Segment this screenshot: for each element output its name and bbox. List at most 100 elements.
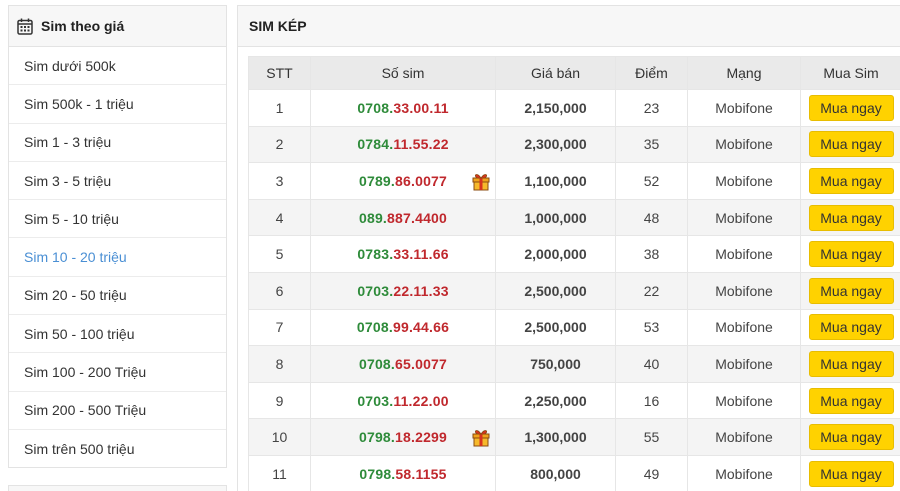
column-header-network: Mạng <box>687 56 801 90</box>
row-score: 53 <box>615 308 688 347</box>
row-score: 38 <box>615 235 688 273</box>
table-row: 1 0708.33.00.11 2,150,000 23 Mobifone Mua nga… <box>248 89 900 127</box>
panel-title: SIM KÉP <box>249 18 307 34</box>
buy-now-button[interactable]: Mua ngay <box>808 460 894 487</box>
sim-number-suffix: 22.11.33 <box>393 282 449 299</box>
row-stt: 4 <box>248 198 311 237</box>
sidebar-item-price-range[interactable]: Sim 500k - 1 triệu <box>9 85 226 124</box>
row-buy-cell: Mua ngay <box>800 271 900 310</box>
sim-list-panel: SIM KÉP STT Số sim Giá bán Điểm Mạng Mua… <box>237 5 900 491</box>
panel-header: SIM KÉP <box>238 6 900 47</box>
calendar-icon <box>17 18 33 35</box>
sim-number-prefix: 0784. <box>357 136 394 153</box>
row-stt: 9 <box>248 381 311 420</box>
sim-number-suffix: 58.1155 <box>395 465 447 482</box>
sidebar-header: Sim theo giá <box>9 6 226 47</box>
row-stt: 10 <box>248 418 311 456</box>
sim-number-suffix: 86.0077 <box>395 172 448 189</box>
row-sim-number[interactable]: 0708.65.0077 <box>310 345 496 383</box>
row-network: Mobifone <box>687 125 801 164</box>
sim-number-suffix: 11.22.00 <box>393 392 449 409</box>
sidebar-item-price-range[interactable]: Sim 10 - 20 triệu <box>9 238 226 277</box>
row-network: Mobifone <box>687 162 801 200</box>
row-stt: 7 <box>248 308 311 347</box>
row-sim-number[interactable]: 0708.99.44.66 <box>310 308 496 347</box>
sidebar-item-price-range[interactable]: Sim 3 - 5 triệu <box>9 162 226 201</box>
buy-now-button[interactable]: Mua ngay <box>808 314 894 341</box>
column-header-sim-number: Số sim <box>310 56 496 90</box>
sidebar-list: Sim dưới 500k Sim 500k - 1 triệu Sim 1 - 3… <box>9 47 226 468</box>
row-buy-cell: Mua ngay <box>800 162 900 200</box>
row-score: 23 <box>615 89 688 127</box>
row-price: 750,000 <box>495 345 616 383</box>
row-price: 2,500,000 <box>495 308 616 347</box>
sidebar-item-price-range[interactable]: Sim 100 - 200 Triệu <box>9 353 226 392</box>
sim-number-prefix: 089. <box>358 209 388 226</box>
sim-number-suffix: 18.2299 <box>395 429 448 446</box>
row-buy-cell: Mua ngay <box>800 198 900 237</box>
buy-now-button[interactable]: Mua ngay <box>808 424 894 451</box>
row-sim-number[interactable]: 0703.22.11.33 <box>310 271 496 310</box>
buy-now-button[interactable]: Mua ngay <box>808 387 894 414</box>
buy-now-button[interactable]: Mua ngay <box>808 241 894 268</box>
buy-now-button[interactable]: Mua ngay <box>808 167 894 194</box>
sidebar-item-price-range[interactable]: Sim 200 - 500 Triệu <box>9 392 226 430</box>
sim-number-prefix: 0708. <box>356 319 393 336</box>
sidebar-item-price-range[interactable]: Sim 20 - 50 triệu <box>9 277 226 316</box>
buy-now-button[interactable]: Mua ngay <box>808 94 894 121</box>
buy-now-button[interactable]: Mua ngay <box>808 350 894 377</box>
table-row: 11 0798.58.1155 800,000 49 Mobifone Mua ngay <box>248 454 900 491</box>
sim-number-prefix: 0708. <box>358 355 396 372</box>
row-sim-number[interactable]: 0789.86.0077 <box>310 162 496 200</box>
sim-number-prefix: 0798. <box>358 429 396 446</box>
sidebar-item-price-range[interactable]: Sim 50 - 100 triệu <box>9 315 226 354</box>
row-price: 2,300,000 <box>495 125 616 164</box>
row-price: 1,000,000 <box>495 198 616 237</box>
row-price: 2,150,000 <box>495 89 616 127</box>
row-network: Mobifone <box>687 89 801 127</box>
row-price: 1,300,000 <box>495 418 616 456</box>
row-price: 2,000,000 <box>495 235 616 273</box>
row-score: 48 <box>615 198 688 237</box>
sidebar-item-price-range[interactable]: Sim dưới 500k <box>9 47 226 86</box>
table-row: 9 0703.11.22.00 2,250,000 16 Mobifone Mua nga… <box>248 381 900 420</box>
table-row: 10 0798.18.2299 1,300,000 55 Mobifone Mua nga… <box>248 418 900 456</box>
gift-icon <box>472 174 490 191</box>
row-stt: 3 <box>248 162 311 200</box>
row-sim-number[interactable]: 0784.11.55.22 <box>310 125 496 164</box>
sim-number-suffix: 33.00.11 <box>393 99 449 116</box>
table-row: 6 0703.22.11.33 2,500,000 22 Mobifone Mua nga… <box>248 271 900 310</box>
row-sim-number[interactable]: 089.887.4400 <box>310 198 496 237</box>
row-stt: 1 <box>248 89 311 127</box>
sidebar-item-price-range[interactable]: Sim 1 - 3 triệu <box>9 124 226 162</box>
sim-number-suffix: 887.4400 <box>387 209 448 226</box>
table-row: 2 0784.11.55.22 2,300,000 35 Mobifone Mua nga… <box>248 125 900 164</box>
sim-number-prefix: 0798. <box>359 465 396 482</box>
row-buy-cell: Mua ngay <box>800 345 900 383</box>
row-sim-number[interactable]: 0798.58.1155 <box>310 454 496 491</box>
row-sim-number[interactable]: 0708.33.00.11 <box>310 89 496 127</box>
sim-number-suffix: 33.11.66 <box>393 246 449 263</box>
price-filter-sidebar: Sim theo giá Sim dưới 500k Sim 500k - 1 t… <box>8 5 227 468</box>
buy-now-button[interactable]: Mua ngay <box>808 131 894 158</box>
row-buy-cell: Mua ngay <box>800 235 900 273</box>
buy-now-button[interactable]: Mua ngay <box>808 204 894 231</box>
row-score: 49 <box>615 454 688 491</box>
sim-number-suffix: 99.44.66 <box>392 319 450 336</box>
row-network: Mobifone <box>687 381 801 420</box>
table-row: 5 0783.33.11.66 2,000,000 38 Mobifone Mua nga… <box>248 235 900 273</box>
table-row: 3 0789.86.0077 1,100,000 52 Mobifone Mua ngay <box>248 162 900 200</box>
row-sim-number[interactable]: 0783.33.11.66 <box>310 235 496 273</box>
row-buy-cell: Mua ngay <box>800 381 900 420</box>
buy-now-button[interactable]: Mua ngay <box>808 277 894 304</box>
column-header-price: Giá bán <box>495 56 616 90</box>
sim-number-prefix: 0703. <box>357 282 394 299</box>
row-price: 800,000 <box>495 454 616 491</box>
row-price: 2,500,000 <box>495 271 616 310</box>
sidebar-item-price-range[interactable]: Sim 5 - 10 triệu <box>9 200 226 239</box>
row-sim-number[interactable]: 0798.18.2299 <box>310 418 496 456</box>
row-sim-number[interactable]: 0703.11.22.00 <box>310 381 496 420</box>
table-row: 4 089.887.4400 1,000,000 48 Mobifone Mua ngay <box>248 198 900 237</box>
row-stt: 6 <box>248 271 311 310</box>
sidebar-item-price-range[interactable]: Sim trên 500 triệu <box>9 430 226 468</box>
